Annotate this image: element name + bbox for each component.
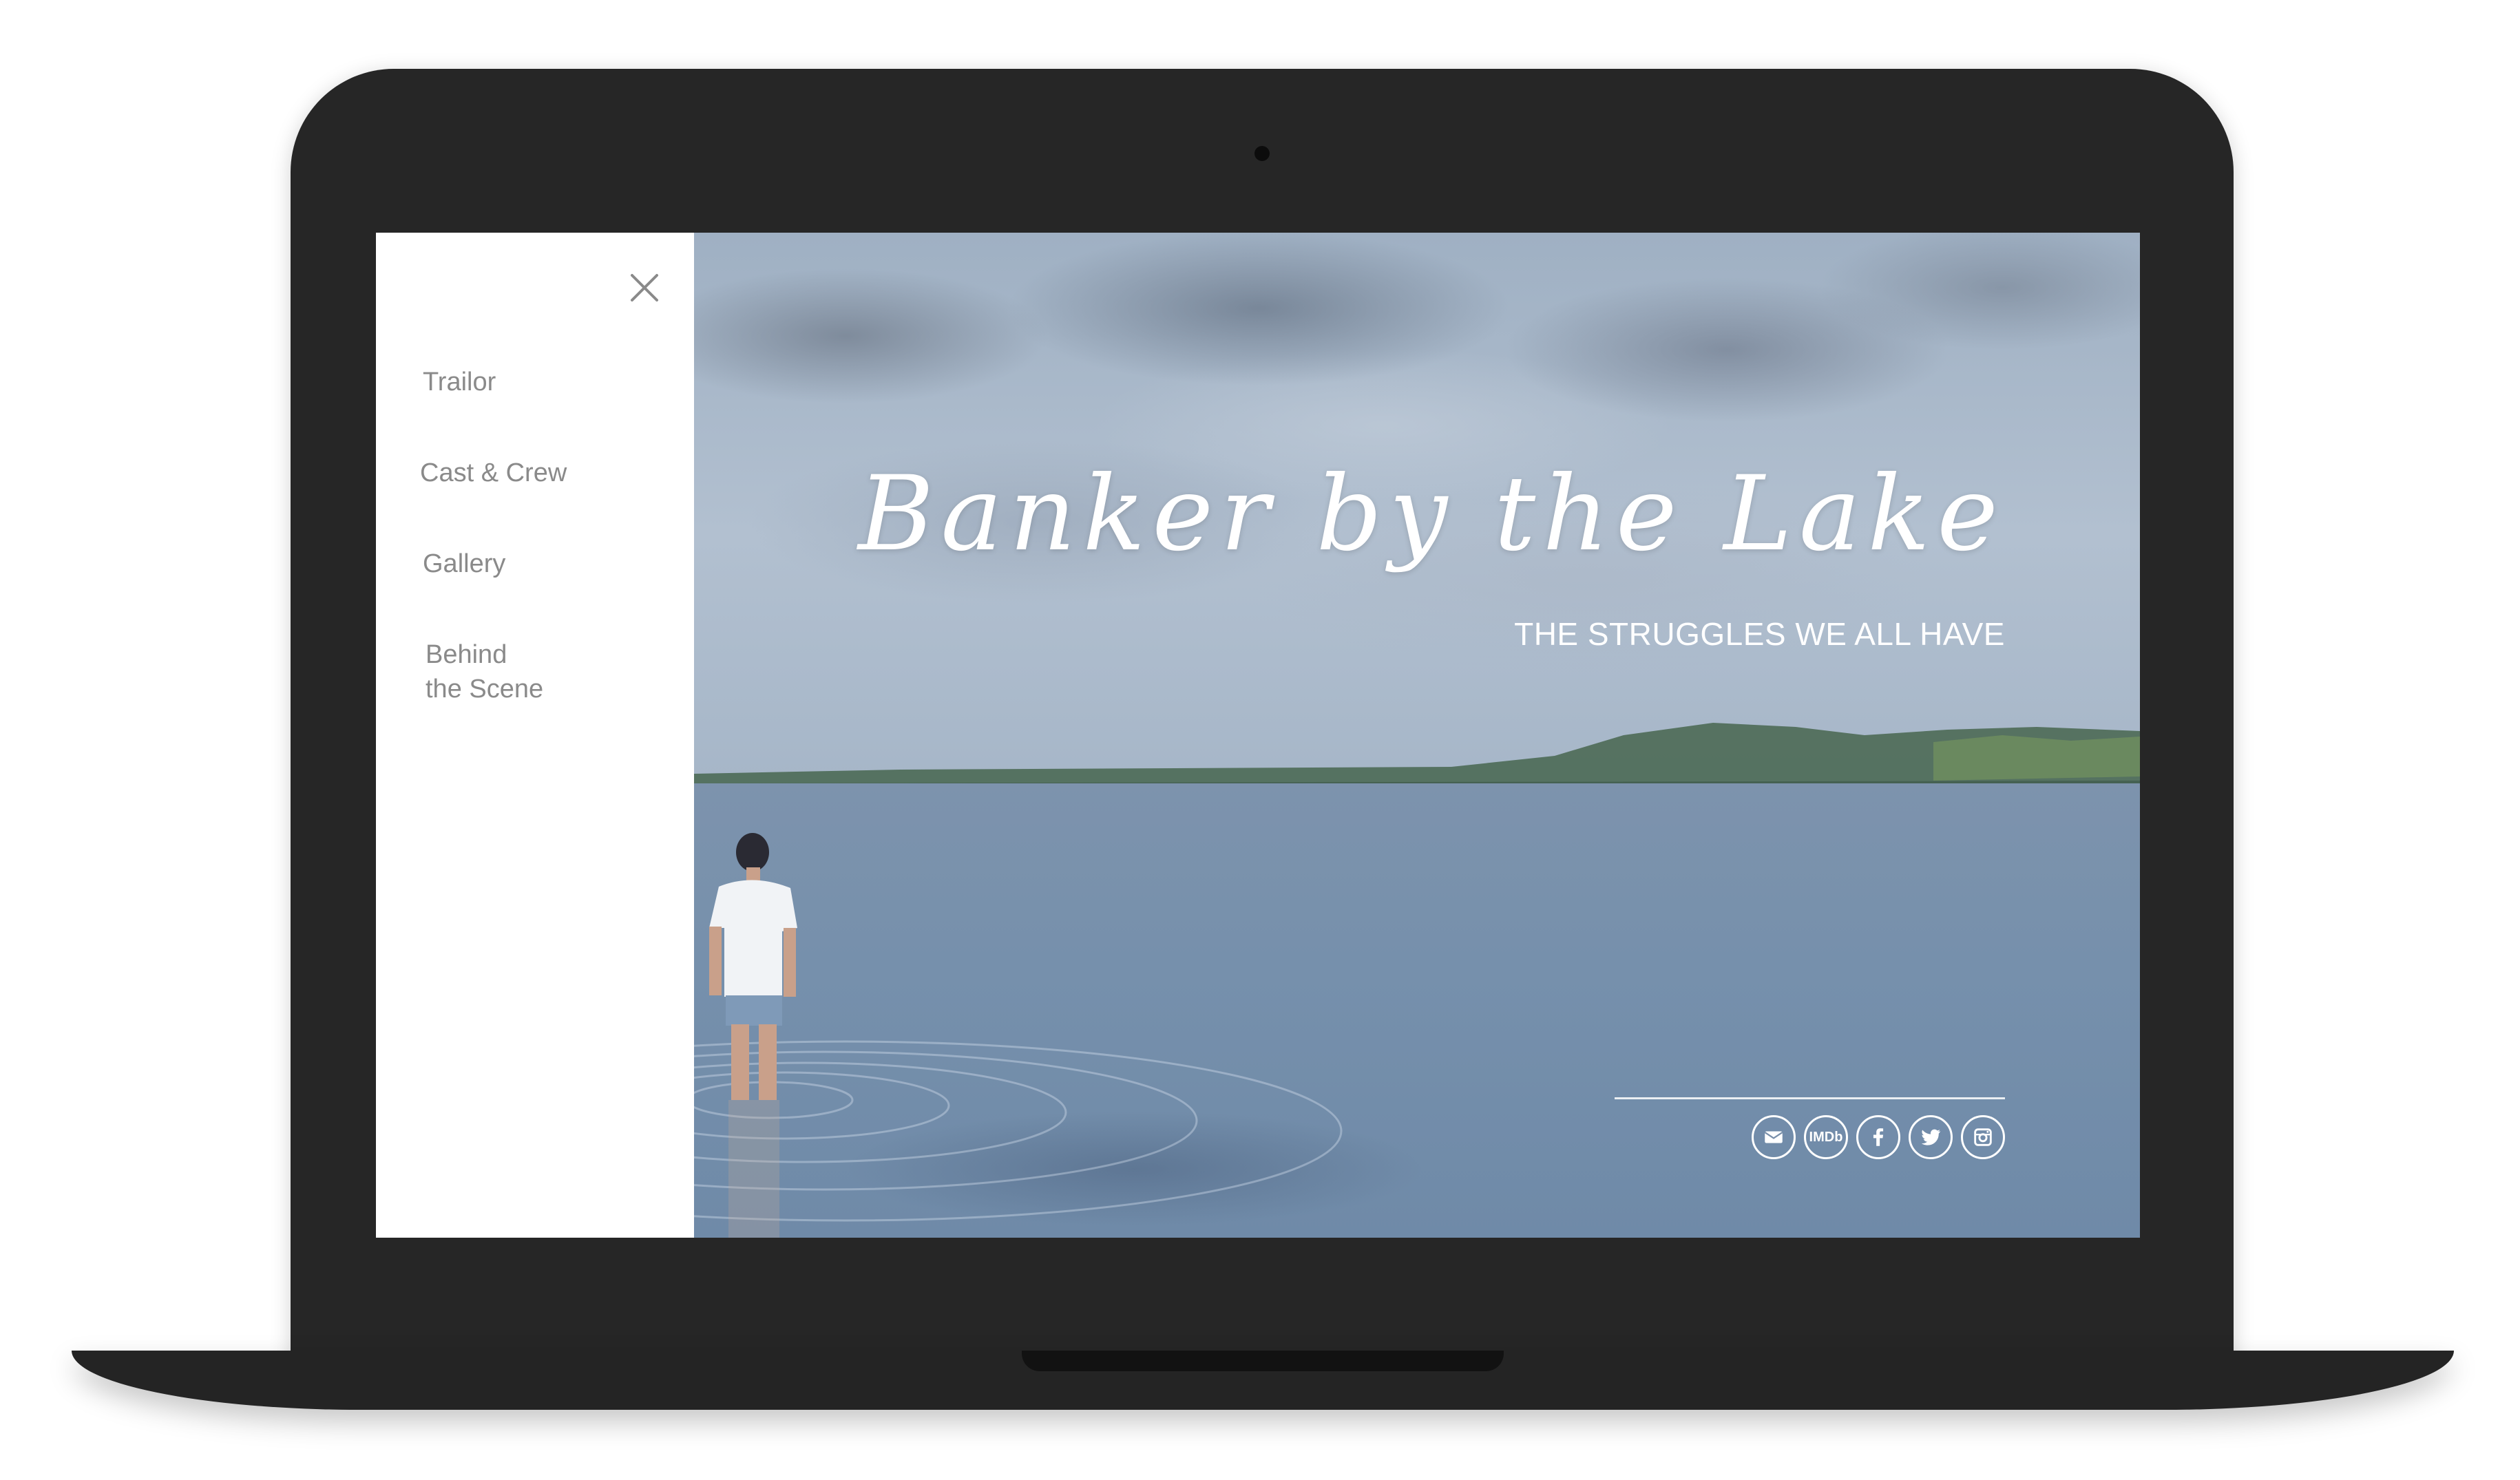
email-icon[interactable] (1752, 1115, 1796, 1159)
side-menu: Trailor Cast & Crew Gallery Behind the S… (376, 233, 694, 1238)
imdb-label: IMDb (1809, 1129, 1843, 1145)
laptop-screen: Banker by the Lake THE STRUGGLES WE ALL … (376, 233, 2140, 1238)
menu-item-behind-the-scene[interactable]: Behind the Scene (426, 637, 543, 706)
menu-item-trailor[interactable]: Trailor (423, 365, 496, 399)
mockup-stage: Banker by the Lake THE STRUGGLES WE ALL … (0, 0, 2520, 1480)
hero-background-photo: Banker by the Lake THE STRUGGLES WE ALL … (694, 233, 2140, 1238)
imdb-icon[interactable]: IMDb (1804, 1115, 1848, 1159)
social-links: IMDb (1752, 1115, 2005, 1159)
menu-item-cast-crew[interactable]: Cast & Crew (420, 456, 567, 490)
menu-item-gallery[interactable]: Gallery (423, 547, 505, 581)
close-icon[interactable] (625, 268, 664, 307)
facebook-icon[interactable] (1856, 1115, 1900, 1159)
social-divider (1615, 1097, 2005, 1099)
film-tagline: THE STRUGGLES WE ALL HAVE (1514, 616, 2005, 652)
webcam-icon (1254, 146, 1270, 161)
film-title: Banker by the Lake (858, 454, 2005, 574)
instagram-icon[interactable] (1961, 1115, 2005, 1159)
twitter-icon[interactable] (1909, 1115, 1953, 1159)
person-wading-figure (709, 833, 797, 1238)
water-ripples (694, 1040, 1343, 1222)
laptop-hinge (1022, 1351, 1504, 1371)
